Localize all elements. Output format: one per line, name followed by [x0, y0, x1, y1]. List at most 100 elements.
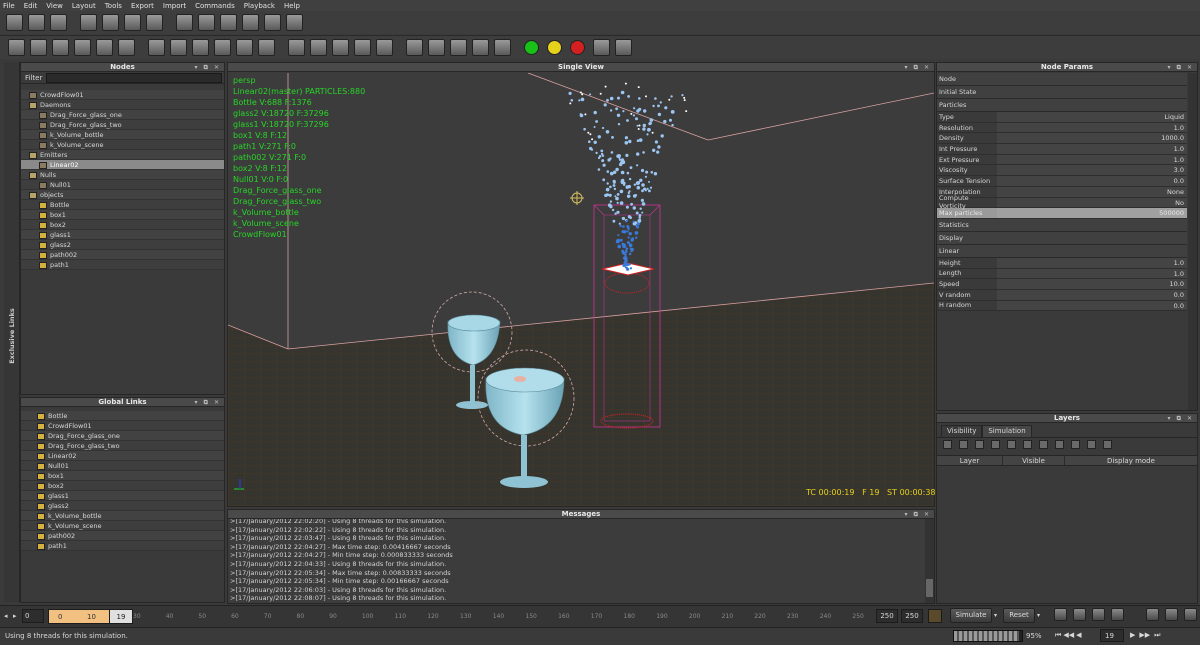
param-value[interactable]: 1.0	[997, 144, 1187, 154]
tree-item[interactable]: glass1	[21, 230, 224, 240]
tree-item[interactable]: CrowdFlow01	[21, 90, 224, 100]
layer-select-icon[interactable]	[991, 440, 1000, 449]
param-row[interactable]: Density 1000.0	[937, 133, 1187, 145]
sphere-icon[interactable]	[332, 39, 349, 56]
link-icon[interactable]	[148, 39, 165, 56]
global-link-item[interactable]: k_Volume_bottle	[21, 511, 224, 521]
box-icon[interactable]	[96, 39, 113, 56]
global-link-item[interactable]: Linear02	[21, 451, 224, 461]
param-value[interactable]: Liquid	[997, 112, 1187, 122]
pause-sim-icon[interactable]	[547, 40, 562, 55]
move-icon[interactable]	[102, 14, 119, 31]
global-link-item[interactable]: Drag_Force_glass_one	[21, 431, 224, 441]
param-value[interactable]: 0.0	[997, 289, 1187, 300]
open-icon[interactable]	[28, 14, 45, 31]
tree-item[interactable]: k_Volume_bottle	[21, 130, 224, 140]
param-value[interactable]: 500000	[997, 208, 1187, 218]
shading4-icon[interactable]	[494, 39, 511, 56]
tree-item[interactable]: Daemons	[21, 100, 224, 110]
param-row[interactable]: Max particles 500000	[937, 208, 1187, 219]
timeline-end-field-a[interactable]: 250	[876, 609, 898, 623]
menu-commands[interactable]: Commands	[195, 2, 235, 10]
tab-simulation[interactable]: Simulation	[982, 425, 1032, 437]
emitter-icon[interactable]	[30, 39, 47, 56]
layer-eye-icon[interactable]	[1007, 440, 1016, 449]
param-value[interactable]: 1.0	[997, 257, 1187, 268]
export-icon[interactable]	[593, 39, 610, 56]
tree-item[interactable]: box1	[21, 210, 224, 220]
plane-icon[interactable]	[258, 39, 275, 56]
layer-lock-icon[interactable]	[1055, 440, 1064, 449]
tree-item[interactable]: path002	[21, 250, 224, 260]
menu-export[interactable]: Export	[131, 2, 154, 10]
tree-item[interactable]: glass2	[21, 240, 224, 250]
next-key-icon[interactable]: ▶▶	[1139, 631, 1150, 640]
shading2-icon[interactable]	[450, 39, 467, 56]
select-link-icon[interactable]	[170, 39, 187, 56]
global-link-item[interactable]: box1	[21, 471, 224, 481]
param-value[interactable]: None	[997, 186, 1187, 197]
step-back-icon[interactable]	[1146, 608, 1159, 621]
global-link-item[interactable]: Bottle	[21, 411, 224, 421]
wire-icon[interactable]	[236, 39, 253, 56]
box-node-icon[interactable]	[176, 14, 193, 31]
tree-item[interactable]: Nulls	[21, 170, 224, 180]
menu-help[interactable]: Help	[284, 2, 300, 10]
global-link-item[interactable]: k_Volume_scene	[21, 521, 224, 531]
tab-visibility[interactable]: Visibility	[941, 425, 983, 437]
param-value[interactable]: 1.0	[997, 154, 1187, 165]
sphere-icon[interactable]	[220, 14, 237, 31]
global-link-item[interactable]: glass1	[21, 491, 224, 501]
layer-remove-icon[interactable]	[959, 440, 968, 449]
tree-item[interactable]: Null01	[21, 180, 224, 190]
field-icon[interactable]	[264, 14, 281, 31]
param-row[interactable]: V random 0.0	[937, 289, 1187, 301]
global-link-item[interactable]: Null01	[21, 461, 224, 471]
param-value[interactable]: No	[997, 197, 1187, 208]
param-value[interactable]: 10.0	[997, 279, 1187, 289]
volume-icon[interactable]	[74, 39, 91, 56]
menu-edit[interactable]: Edit	[24, 2, 38, 10]
param-value[interactable]: 1000.0	[997, 133, 1187, 144]
keyframe-icon[interactable]	[928, 609, 942, 623]
shading3-icon[interactable]	[472, 39, 489, 56]
export-cache-icon[interactable]	[1073, 608, 1086, 621]
rotate-icon[interactable]	[124, 14, 141, 31]
global-link-item[interactable]: box2	[21, 481, 224, 491]
params-scrollbar[interactable]	[1188, 73, 1197, 410]
tree-item[interactable]: Drag_Force_glass_one	[21, 110, 224, 120]
cube-icon[interactable]	[198, 14, 215, 31]
param-section[interactable]: Statistics	[937, 218, 1187, 232]
gear-icon[interactable]	[310, 39, 327, 56]
param-row[interactable]: Height 1.0	[937, 257, 1187, 269]
simulate-button[interactable]: Simulate	[950, 608, 992, 623]
layer-add-icon[interactable]	[943, 440, 952, 449]
global-link-item[interactable]: path002	[21, 531, 224, 541]
timeline-right-arrow[interactable]: ▸	[13, 612, 17, 620]
col-display-mode[interactable]: Display mode	[1064, 456, 1197, 465]
param-section[interactable]: Linear	[937, 244, 1187, 258]
param-row[interactable]: Speed 10.0	[937, 279, 1187, 290]
step-forward-icon[interactable]	[1165, 608, 1178, 621]
param-row[interactable]: Surface Tension 0.0	[937, 176, 1187, 187]
timeline-range-bar[interactable]: 0 10	[48, 609, 110, 624]
param-section[interactable]: Initial State	[937, 86, 1187, 99]
param-row[interactable]: Resolution 1.0	[937, 122, 1187, 134]
cylinder-icon[interactable]	[118, 39, 135, 56]
layer-link-icon[interactable]	[975, 440, 984, 449]
tree-item[interactable]: Emitters	[21, 150, 224, 160]
col-layer[interactable]: Layer	[937, 456, 1002, 465]
param-row[interactable]: Int Pressure 1.0	[937, 144, 1187, 155]
frame2-icon[interactable]	[406, 39, 423, 56]
record-icon[interactable]	[1111, 608, 1124, 621]
tree-item[interactable]: objects	[21, 190, 224, 200]
frame-icon[interactable]	[376, 39, 393, 56]
tree-item[interactable]: Drag_Force_glass_two	[21, 120, 224, 130]
layer-shade-icon[interactable]	[1039, 440, 1048, 449]
simulate-dropdown-icon[interactable]: ▾	[994, 609, 1002, 623]
next-frame-icon[interactable]: ▶	[1130, 631, 1135, 640]
shading-icon[interactable]	[428, 39, 445, 56]
param-value[interactable]: 0.0	[997, 300, 1187, 311]
null-icon[interactable]	[52, 39, 69, 56]
prev-frame-icon[interactable]: ◀	[1076, 631, 1081, 640]
